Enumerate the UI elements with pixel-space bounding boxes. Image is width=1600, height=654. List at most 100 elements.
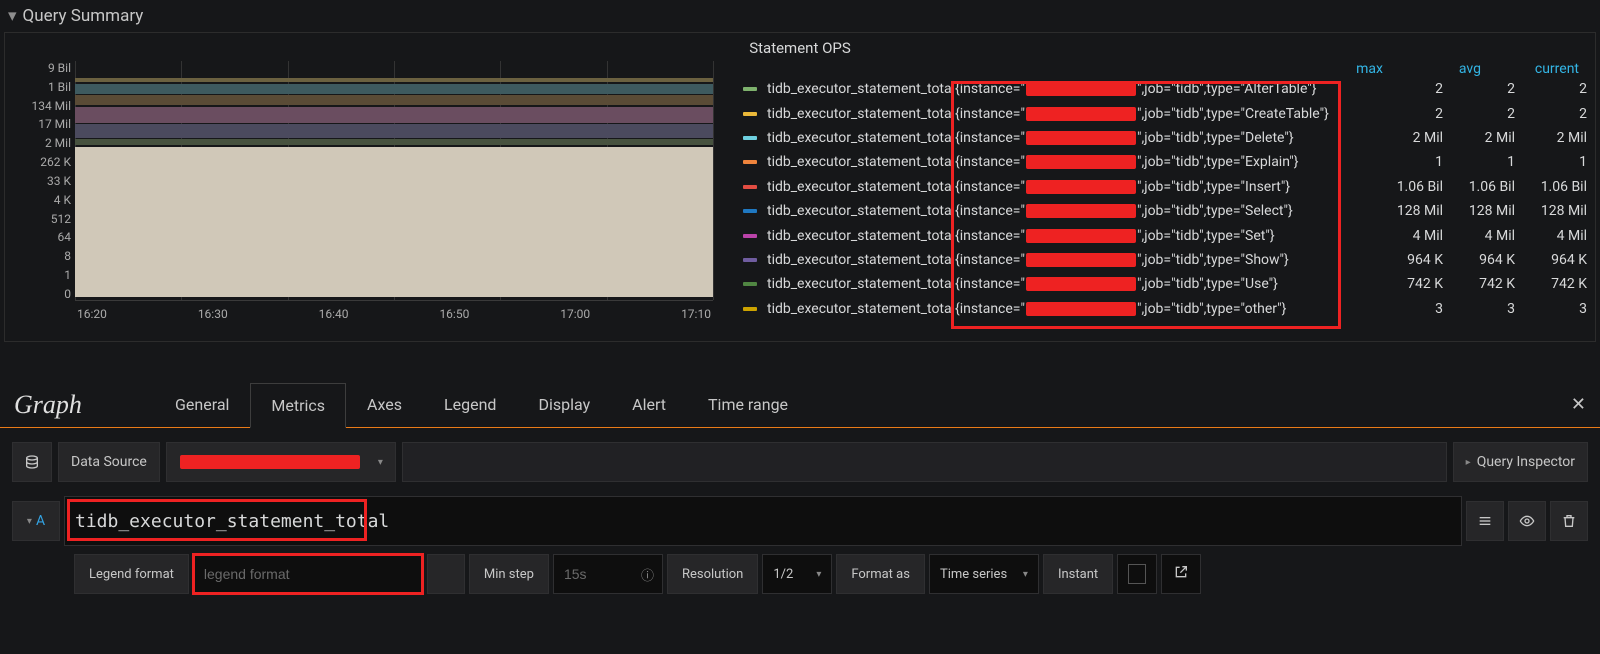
chevron-down-icon: ▾: [8, 6, 17, 26]
redacted-text: [1026, 204, 1136, 218]
col-avg[interactable]: avg: [1419, 61, 1481, 77]
y-tick: 512: [51, 212, 71, 226]
caret-down-icon: ▾: [378, 457, 383, 468]
val-current: 2: [1515, 106, 1587, 122]
x-tick: 17:00: [560, 307, 590, 333]
series-label: tidb_executor_statement_total{instance="…: [767, 154, 1371, 170]
tab-axes[interactable]: Axes: [346, 382, 423, 427]
resolution-label: Resolution: [667, 554, 758, 594]
query-inspector-button[interactable]: ▸ Query Inspector: [1453, 442, 1588, 482]
tab-alert[interactable]: Alert: [611, 382, 687, 427]
info-icon[interactable]: ⓘ: [641, 565, 654, 584]
chart-band: [75, 95, 713, 105]
query-input-wrap: [64, 496, 1462, 546]
instant-label: Instant: [1043, 554, 1113, 594]
y-tick: 9 Bil: [48, 61, 71, 75]
legend-row[interactable]: tidb_executor_statement_total{instance="…: [743, 77, 1587, 101]
query-tools: [1466, 501, 1588, 541]
query-inspector-label: Query Inspector: [1477, 454, 1575, 470]
min-step-label: Min step: [469, 554, 549, 594]
val-current: 964 K: [1515, 252, 1587, 268]
tab-display[interactable]: Display: [517, 382, 611, 427]
y-tick: 134 Mil: [31, 99, 71, 113]
val-max: 2 Mil: [1371, 130, 1443, 146]
caret-down-icon: ▾: [1023, 569, 1028, 580]
val-max: 964 K: [1371, 252, 1443, 268]
legend-table: max avg current tidb_executor_statement_…: [743, 61, 1587, 331]
min-step-input-wrap: ⓘ: [553, 554, 663, 594]
query-toggle[interactable]: ▾ A: [12, 501, 60, 541]
val-current: 1: [1515, 154, 1587, 170]
legend-swatch: [743, 160, 757, 164]
val-current: 128 Mil: [1515, 203, 1587, 219]
section-title: Query Summary: [23, 6, 144, 26]
query-visibility-icon[interactable]: [1508, 501, 1546, 541]
val-current: 4 Mil: [1515, 228, 1587, 244]
chart[interactable]: 9 Bil1 Bil134 Mil17 Mil2 Mil262 K33 K4 K…: [13, 61, 713, 331]
series-label: tidb_executor_statement_total{instance="…: [767, 81, 1371, 97]
val-max: 2: [1371, 106, 1443, 122]
min-step-input[interactable]: [564, 566, 652, 582]
redacted-text: [1026, 82, 1136, 96]
section-header[interactable]: ▾ Query Summary: [0, 0, 1600, 32]
tab-general[interactable]: General: [154, 382, 250, 427]
y-tick: 2 Mil: [45, 136, 71, 150]
panel: Statement OPS 9 Bil1 Bil134 Mil17 Mil2 M…: [4, 32, 1596, 342]
query-menu-icon[interactable]: [1466, 501, 1504, 541]
x-tick: 16:40: [319, 307, 349, 333]
val-avg: 1: [1443, 154, 1515, 170]
val-avg: 2: [1443, 81, 1515, 97]
tab-legend[interactable]: Legend: [423, 382, 517, 427]
val-max: 128 Mil: [1371, 203, 1443, 219]
y-tick: 262 K: [40, 155, 71, 169]
redacted-text: [180, 455, 360, 469]
chart-band: [75, 78, 713, 82]
query-input[interactable]: [71, 507, 1455, 536]
query-letter: A: [36, 513, 45, 529]
legend-row[interactable]: tidb_executor_statement_total{instance="…: [743, 126, 1587, 150]
legend-row[interactable]: tidb_executor_statement_total{instance="…: [743, 199, 1587, 223]
chart-band: [75, 139, 713, 145]
y-tick: 4 K: [54, 193, 71, 207]
external-link-icon[interactable]: [1173, 564, 1189, 584]
legend-row[interactable]: tidb_executor_statement_total{instance="…: [743, 248, 1587, 272]
val-current: 2: [1515, 81, 1587, 97]
format-as-value: Time series: [940, 567, 1007, 582]
legend-row[interactable]: tidb_executor_statement_total{instance="…: [743, 272, 1587, 296]
query-delete-icon[interactable]: [1550, 501, 1588, 541]
tab-time-range[interactable]: Time range: [687, 382, 809, 427]
legend-swatch: [743, 258, 757, 262]
redacted-text: [1026, 302, 1136, 316]
legend-row[interactable]: tidb_executor_statement_total{instance="…: [743, 150, 1587, 174]
col-current[interactable]: current: [1517, 61, 1579, 77]
legend-swatch: [743, 87, 757, 91]
val-max: 742 K: [1371, 276, 1443, 292]
gridline: [713, 61, 714, 300]
resolution-select[interactable]: 1/2 ▾: [762, 554, 832, 594]
val-max: 4 Mil: [1371, 228, 1443, 244]
legend-format-input[interactable]: [204, 566, 412, 582]
val-avg: 1.06 Bil: [1443, 179, 1515, 195]
col-max[interactable]: max: [1321, 61, 1383, 77]
series-label: tidb_executor_statement_total{instance="…: [767, 203, 1371, 219]
legend-swatch: [743, 185, 757, 189]
datasource-icon[interactable]: [12, 442, 52, 482]
legend-row[interactable]: tidb_executor_statement_total{instance="…: [743, 175, 1587, 199]
x-tick: 17:10: [681, 307, 711, 333]
plot-area: [75, 61, 713, 301]
tab-metrics[interactable]: Metrics: [250, 383, 346, 428]
redacted-text: [1026, 155, 1136, 169]
legend-row[interactable]: tidb_executor_statement_total{instance="…: [743, 297, 1587, 321]
format-as-select[interactable]: Time series ▾: [929, 554, 1039, 594]
close-icon[interactable]: ✕: [1571, 394, 1586, 415]
x-tick: 16:20: [77, 307, 107, 333]
external-link-wrap: [1161, 554, 1201, 594]
legend-row[interactable]: tidb_executor_statement_total{instance="…: [743, 223, 1587, 247]
val-max: 2: [1371, 81, 1443, 97]
redacted-text: [1026, 277, 1136, 291]
series-label: tidb_executor_statement_total{instance="…: [767, 228, 1371, 244]
query-row: ▾ A: [0, 496, 1600, 554]
instant-checkbox[interactable]: [1128, 564, 1146, 584]
legend-row[interactable]: tidb_executor_statement_total{instance="…: [743, 101, 1587, 125]
datasource-select[interactable]: ▾: [166, 442, 396, 482]
